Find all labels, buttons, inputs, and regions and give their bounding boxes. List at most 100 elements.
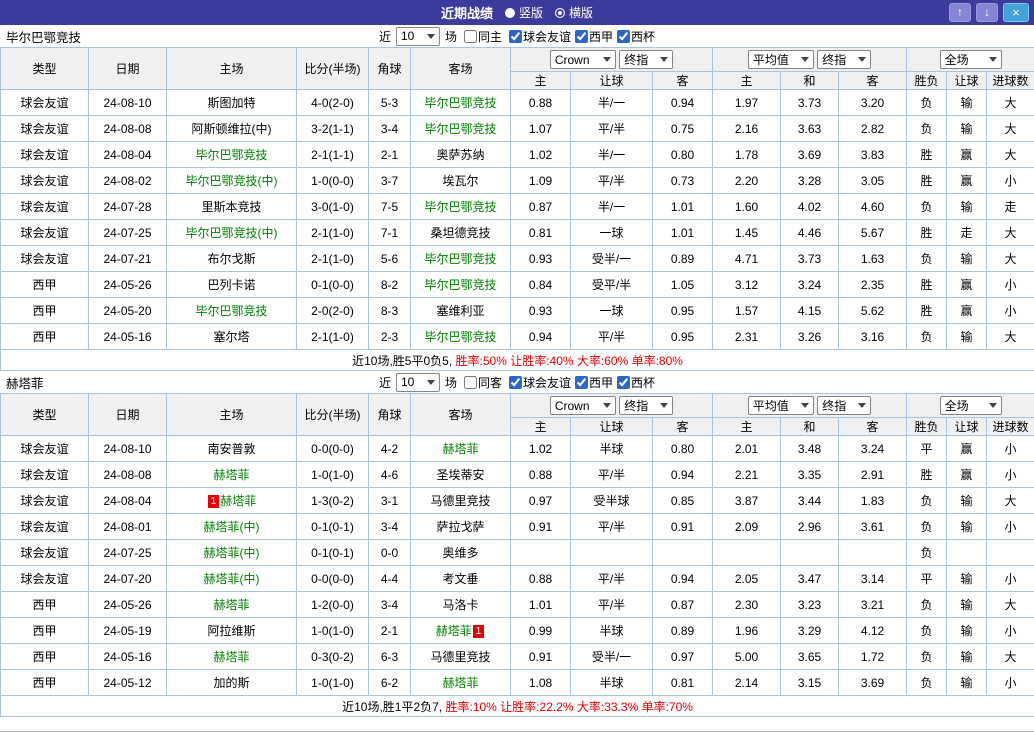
home-team-cell: 毕尔巴鄂竞技 xyxy=(166,297,297,324)
col-header-corner: 角球 xyxy=(368,393,411,436)
handicap-result-cell: 赢 xyxy=(946,271,988,298)
final-odds-select-avg[interactable]: 终指 xyxy=(817,396,872,415)
avg-home-odds-cell: 2.01 xyxy=(712,435,782,462)
win-lose-result-cell: 胜 xyxy=(906,219,948,246)
full-match-select[interactable]: 全场 xyxy=(939,50,1002,69)
crow-away-odds-cell: 0.89 xyxy=(651,617,714,644)
league-type-cell: 西甲 xyxy=(0,271,89,298)
league-filter-0[interactable]: 球会友谊 xyxy=(505,374,571,391)
match-row: 西甲 24-05-26 赫塔菲 1-2(0-0) 3-4 马洛卡 1.01 平/半 0.87 2.… xyxy=(0,591,1034,618)
handicap-result-cell: 输 xyxy=(946,643,988,670)
goals-result-cell: 小 xyxy=(986,271,1034,298)
chevron-down-icon xyxy=(988,403,997,408)
league-type-cell: 球会友谊 xyxy=(0,539,89,566)
league-filter-checkbox[interactable] xyxy=(509,375,522,389)
home-team-cell: 赫塔菲 xyxy=(166,643,297,670)
avg-away-odds-cell: 3.24 xyxy=(838,435,908,462)
goals-result-cell: 大 xyxy=(986,487,1034,514)
layout-radio-vertical[interactable]: 竖版 xyxy=(504,4,543,21)
average-select[interactable]: 平均值 xyxy=(747,396,814,415)
subcol-crow-away: 客 xyxy=(651,71,714,90)
away-team-name: 奥维多 xyxy=(442,546,479,560)
home-team-name: 毕尔巴鄂竞技 xyxy=(195,304,268,318)
away-team-name: 毕尔巴鄂竞技 xyxy=(424,278,497,292)
home-team-name: 赫塔菲 xyxy=(220,494,257,508)
subcol-crow-away: 客 xyxy=(651,417,714,436)
move-down-button[interactable]: ↓ xyxy=(976,3,998,22)
home-team-name: 赫塔菲 xyxy=(213,468,250,482)
same-side-filter[interactable]: 同客 xyxy=(460,374,502,391)
close-button[interactable]: × xyxy=(1003,3,1029,22)
home-team-cell: 毕尔巴鄂竞技(中) xyxy=(166,167,297,194)
chevron-down-icon xyxy=(602,403,611,408)
corner-cell: 4-4 xyxy=(368,565,411,592)
crow-home-odds-cell: 0.97 xyxy=(510,487,571,514)
final-odds-select-avg[interactable]: 终指 xyxy=(817,50,872,69)
league-filter-2[interactable]: 西杯 xyxy=(613,374,655,391)
col-header-date: 日期 xyxy=(88,47,167,90)
corner-cell: 3-4 xyxy=(368,591,411,618)
move-up-button[interactable]: ↑ xyxy=(949,3,971,22)
crow-away-odds-cell: 0.97 xyxy=(651,643,714,670)
average-select[interactable]: 平均值 xyxy=(747,50,814,69)
crow-away-odds-cell: 0.94 xyxy=(651,565,714,592)
full-match-select[interactable]: 全场 xyxy=(939,396,1002,415)
league-filter-checkbox[interactable] xyxy=(575,29,589,43)
crow-home-odds-cell: 1.02 xyxy=(510,435,571,462)
avg-away-odds-cell: 3.16 xyxy=(838,323,908,350)
result-header: 全场 xyxy=(906,393,1034,418)
section-header: 赫塔菲 近 10 场 同客 球会友谊 西甲 西杯 xyxy=(0,371,1034,393)
league-filter-checkbox[interactable] xyxy=(617,29,631,43)
avg-away-odds-cell: 3.61 xyxy=(838,513,908,540)
league-filter-label: 西杯 xyxy=(631,29,656,44)
away-team-cell: 毕尔巴鄂竞技 xyxy=(410,193,511,220)
league-filter-checkbox[interactable] xyxy=(575,375,589,389)
final-odds-select[interactable]: 终指 xyxy=(619,396,674,415)
col-header-score: 比分(半场) xyxy=(296,393,369,436)
goals-result-cell xyxy=(986,539,1034,566)
league-filter-checkbox[interactable] xyxy=(617,375,631,389)
home-team-name: 阿拉维斯 xyxy=(207,624,256,638)
chevron-down-icon xyxy=(426,33,435,39)
handicap-result-cell: 输 xyxy=(946,487,988,514)
league-filter-group: 球会友谊 西甲 西杯 xyxy=(505,28,655,45)
avg-draw-odds-cell: 2.96 xyxy=(780,513,840,540)
crow-away-odds-cell: 0.75 xyxy=(651,115,714,142)
league-filter-0[interactable]: 球会友谊 xyxy=(505,28,571,45)
home-team-cell: 斯图加特 xyxy=(166,89,297,116)
league-filter-checkbox[interactable] xyxy=(509,29,522,43)
same-side-checkbox[interactable] xyxy=(463,29,477,43)
match-count-select[interactable]: 10 xyxy=(395,26,440,46)
goals-result-cell: 大 xyxy=(986,591,1034,618)
league-filter-label: 西甲 xyxy=(589,375,614,390)
match-count-select[interactable]: 10 xyxy=(395,372,440,392)
match-date-cell: 24-05-16 xyxy=(88,643,167,670)
league-filter-1[interactable]: 西甲 xyxy=(571,374,613,391)
layout-radio-horizontal[interactable]: 横版 xyxy=(555,4,593,21)
handicap-result-cell: 赢 xyxy=(946,297,988,324)
match-row: 球会友谊 24-08-02 毕尔巴鄂竞技(中) 1-0(0-0) 3-7 埃瓦尔 1.09 平… xyxy=(0,167,1034,194)
score-cell: 0-1(0-1) xyxy=(296,513,369,540)
chevron-down-icon xyxy=(988,57,997,62)
bookmaker-select[interactable]: Crown xyxy=(549,50,616,69)
chevron-down-icon xyxy=(660,403,669,408)
away-team-cell: 赫塔菲 xyxy=(410,435,511,462)
final-odds-select-avg-value: 终指 xyxy=(822,53,847,67)
avg-draw-odds-cell: 3.73 xyxy=(780,245,840,272)
same-side-checkbox[interactable] xyxy=(463,375,477,389)
avg-home-odds-cell: 1.78 xyxy=(712,141,782,168)
sections-container: 毕尔巴鄂竞技 近 10 场 同主 球会友谊 西甲 西杯 类型 日期 主场 比分(… xyxy=(0,25,1034,717)
avg-draw-odds-cell: 3.63 xyxy=(780,115,840,142)
away-team-name: 赫塔菲 xyxy=(442,676,479,690)
away-team-name: 毕尔巴鄂竞技 xyxy=(424,330,497,344)
same-side-filter[interactable]: 同主 xyxy=(460,28,502,45)
league-filter-1[interactable]: 西甲 xyxy=(571,28,613,45)
goals-result-cell: 大 xyxy=(986,115,1034,142)
results-table: 类型 日期 主场 比分(半场) 角球 客场 Crown 终指 平均值 终指 全场… xyxy=(0,393,1034,717)
final-odds-select[interactable]: 终指 xyxy=(619,50,674,69)
match-count-value: 10 xyxy=(400,29,415,43)
league-filter-2[interactable]: 西杯 xyxy=(613,28,655,45)
away-team-cell: 赫塔菲 xyxy=(410,669,511,696)
match-date-cell: 24-08-04 xyxy=(88,141,167,168)
bookmaker-select[interactable]: Crown xyxy=(549,396,616,415)
